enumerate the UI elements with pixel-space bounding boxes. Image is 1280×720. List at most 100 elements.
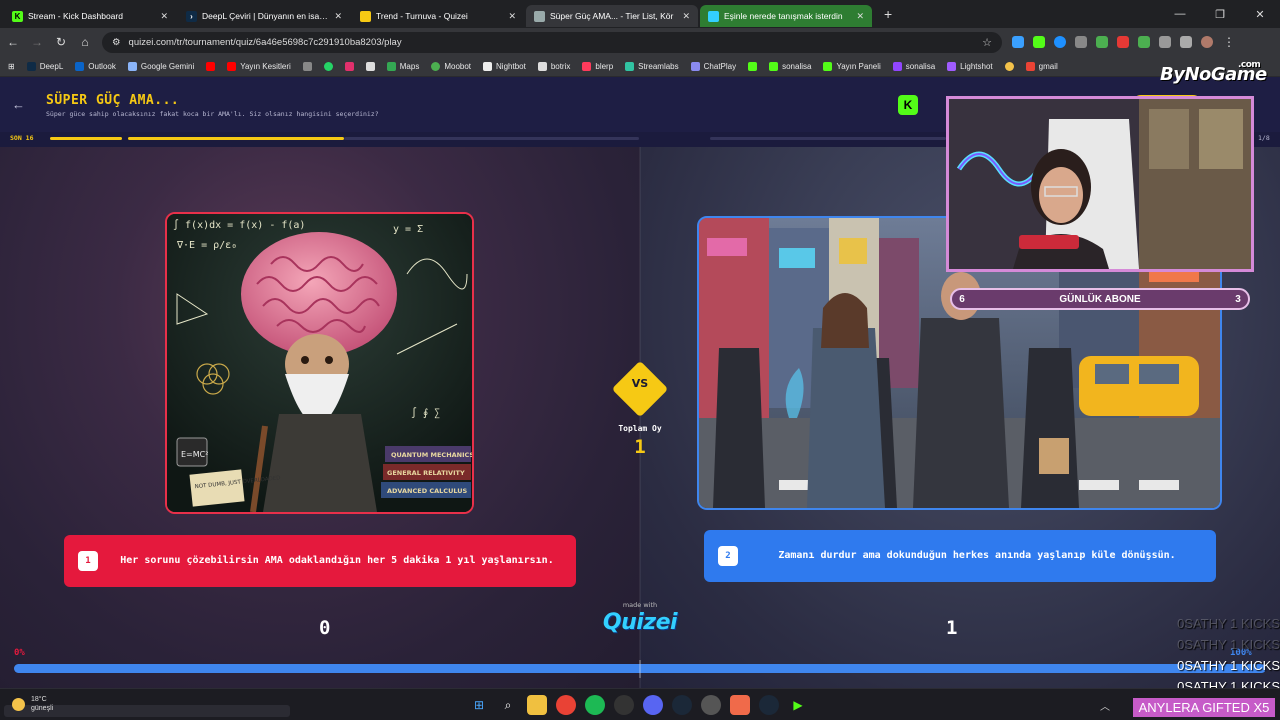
bookmark-blerp[interactable]: blerp [582, 61, 614, 71]
gmail-icon [1025, 61, 1035, 71]
bookmark-moobot[interactable]: Moobot [431, 61, 471, 71]
discord-icon[interactable] [643, 695, 663, 715]
botrix-icon [537, 61, 547, 71]
bookmark-gmail[interactable]: gmail [1025, 61, 1058, 71]
spotify-icon[interactable] [585, 695, 605, 715]
tab-esinle[interactable]: Eşinle nerede tanışmak isterdin ✕ [700, 5, 872, 27]
bookmark-x[interactable] [365, 61, 375, 71]
option-1-percent: 0% [14, 648, 25, 658]
bookmark-lightshot[interactable]: Lightshot [947, 61, 993, 71]
reload-icon[interactable]: ↻ [54, 35, 68, 49]
close-tab-icon[interactable]: ✕ [160, 11, 168, 22]
bookmark-label: Yayın Kesitleri [240, 61, 291, 71]
extension-icon[interactable] [1075, 36, 1087, 48]
restore-icon[interactable]: ❐ [1200, 8, 1240, 21]
formula-text: ∫ f(x)dx = f(x) - f(a) [173, 219, 305, 231]
temperature: 18°C [31, 696, 47, 703]
extension-icon[interactable] [1054, 36, 1066, 48]
kick-icon[interactable]: K [898, 95, 918, 115]
windows-start-icon[interactable]: ⊞ [469, 695, 489, 715]
app-icon[interactable] [730, 695, 750, 715]
extension-icon[interactable] [1138, 36, 1150, 48]
forward-arrow-icon[interactable]: → [30, 35, 44, 49]
wordpress-icon[interactable] [701, 695, 721, 715]
tab-kick-dashboard[interactable]: K Stream - Kick Dashboard ✕ [4, 5, 176, 27]
maps-icon [386, 61, 396, 71]
bookmark-chatplay[interactable]: ChatPlay [690, 61, 736, 71]
extension-icon[interactable] [1033, 36, 1045, 48]
bookmark-sonalisa-kick[interactable]: sonalisa [769, 61, 811, 71]
close-tab-icon[interactable]: ✕ [508, 11, 516, 22]
steam-icon[interactable] [759, 695, 779, 715]
file-explorer-icon[interactable] [527, 695, 547, 715]
tab-label: DeepL Çeviri | Dünyanın en isabet [202, 11, 330, 21]
option-2-button[interactable]: 2 Zamanı durdur ama dokunduğun herkes an… [704, 530, 1216, 582]
obs-icon[interactable] [614, 695, 634, 715]
bookmark-label: sonalisa [905, 61, 936, 71]
tab-quizei-trend[interactable]: Trend - Turnuva - Quizei ✕ [352, 5, 524, 27]
url-text: quizei.com/tr/tournament/quiz/6a46e5698c… [128, 36, 402, 48]
option-2-votes: 1 [946, 617, 958, 639]
option-1-image[interactable]: ∫ f(x)dx = f(x) - f(a) ∇·E = ρ/ε₀ y = Σ … [165, 212, 474, 514]
bookmark-nightbot[interactable]: Nightbot [483, 61, 526, 71]
chrome-icon[interactable] [556, 695, 576, 715]
bookmark-whatsapp[interactable] [323, 61, 333, 71]
menu-dots-icon[interactable]: ⋮ [1222, 35, 1236, 49]
option-1-votes: 0 [319, 617, 331, 639]
bookmark-kick[interactable] [748, 61, 758, 71]
new-tab-button[interactable]: + [874, 6, 902, 22]
quizei-icon [360, 10, 371, 22]
bookmark-instagram[interactable] [344, 61, 354, 71]
close-window-icon[interactable]: ✕ [1240, 8, 1280, 21]
tab-super-guc[interactable]: Süper Güç AMA... - Tier List, Kör ✕ [526, 5, 698, 27]
option-1-button[interactable]: 1 Her sorunu çözebilirsin AMA odaklandığ… [64, 535, 576, 587]
kick-icon [823, 61, 833, 71]
bookmark-label: blerp [595, 61, 614, 71]
bookmark-sonalisa-twitch[interactable]: sonalisa [892, 61, 936, 71]
close-tab-icon[interactable]: ✕ [682, 11, 690, 22]
bookmark-emoji[interactable] [1004, 61, 1014, 71]
search-icon[interactable]: ⌕ [498, 695, 518, 715]
bookmark-deepl[interactable]: DeepL [26, 61, 63, 71]
address-bar-row: ← → ↻ ⌂ ⚙ quizei.com/tr/tournament/quiz/… [0, 28, 1280, 56]
extension-icon[interactable] [1012, 36, 1024, 48]
bookmark-yayin-kesitleri[interactable]: Yayın Kesitleri [227, 61, 291, 71]
home-icon[interactable]: ⌂ [78, 35, 92, 49]
bookmark-maps[interactable]: Maps [386, 61, 419, 71]
extension-icon[interactable] [1117, 36, 1129, 48]
tab-deepl[interactable]: › DeepL Çeviri | Dünyanın en isabet ✕ [178, 5, 350, 27]
bookmark-yayin-paneli[interactable]: Yayın Paneli [823, 61, 881, 71]
old-genius-illustration: ∫ f(x)dx = f(x) - f(a) ∇·E = ρ/ε₀ y = Σ … [167, 214, 472, 512]
back-arrow-icon[interactable]: ← [12, 97, 25, 112]
streamlabs-icon[interactable]: ▶ [788, 695, 808, 715]
bookmark-label: Yayın Paneli [836, 61, 881, 71]
close-tab-icon[interactable]: ✕ [856, 11, 864, 22]
steam-icon[interactable] [672, 695, 692, 715]
back-arrow-icon[interactable]: ← [6, 35, 20, 49]
weather-widget[interactable]: 18°C güneşli [12, 695, 53, 713]
bookmark-folder[interactable] [302, 61, 312, 71]
minimize-icon[interactable]: — [1160, 8, 1200, 20]
extension-icon[interactable] [1096, 36, 1108, 48]
bookmarks-bar: ⊞ DeepL Outlook Google Gemini Yayın Kesi… [0, 56, 1280, 77]
bookmark-outlook[interactable]: Outlook [75, 61, 116, 71]
bookmark-star-icon[interactable]: ☆ [982, 36, 992, 49]
tray-chevron-icon[interactable]: ︿ [1100, 698, 1110, 713]
close-tab-icon[interactable]: ✕ [334, 11, 342, 22]
bookmark-gemini[interactable]: Google Gemini [127, 61, 194, 71]
bookmark-youtube[interactable] [206, 61, 216, 71]
url-input[interactable]: ⚙ quizei.com/tr/tournament/quiz/6a46e569… [102, 31, 1002, 53]
quizei-logo[interactable]: Quizei [596, 610, 684, 635]
bookmark-botrix[interactable]: botrix [537, 61, 570, 71]
bookmark-streamlabs[interactable]: Streamlabs [625, 61, 679, 71]
puzzle-icon[interactable] [1159, 36, 1171, 48]
book-title: ADVANCED CALCULUS [387, 487, 468, 495]
gemini-icon [127, 61, 137, 71]
apps-grid-icon[interactable]: ⊞ [8, 62, 15, 71]
whatsapp-icon [323, 61, 333, 71]
avatar[interactable] [1201, 36, 1213, 48]
webcam-frame [946, 96, 1254, 272]
extension-icon[interactable] [1180, 36, 1192, 48]
brand-suffix: .com [1238, 60, 1261, 70]
site-info-icon[interactable]: ⚙ [112, 37, 121, 48]
